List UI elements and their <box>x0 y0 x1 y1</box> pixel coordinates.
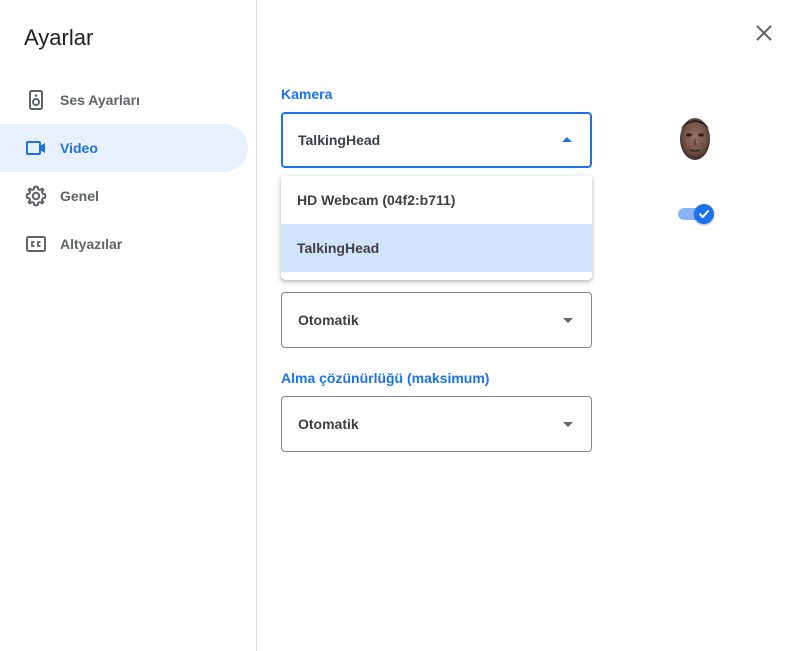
mirror-video-toggle[interactable] <box>678 202 716 226</box>
toggle-thumb <box>694 204 714 224</box>
sidebar-item-captions[interactable]: Altyazılar <box>0 220 248 268</box>
camera-option[interactable]: HD Webcam (04f2:b711) <box>281 176 592 224</box>
camera-option-selected[interactable]: TalkingHead <box>281 224 592 272</box>
settings-nav: Ses Ayarları Video Genel Altyazılar <box>0 76 248 268</box>
camera-select-value: TalkingHead <box>298 132 381 148</box>
closed-captions-icon <box>24 232 48 256</box>
camera-select[interactable]: TalkingHead <box>281 112 592 168</box>
close-button[interactable] <box>748 17 780 49</box>
speaker-icon <box>24 88 48 112</box>
camera-label: Kamera <box>281 86 333 102</box>
chevron-down-icon <box>563 318 573 323</box>
receive-resolution-label: Alma çözünürlüğü (maksimum) <box>281 370 490 386</box>
chevron-down-icon <box>563 422 573 427</box>
send-resolution-select[interactable]: Otomatik <box>281 292 592 348</box>
videocam-icon <box>24 136 48 160</box>
settings-sidebar: Ayarlar Ses Ayarları Video Genel Altyazı… <box>0 0 257 651</box>
dialog-title: Ayarlar <box>24 25 94 50</box>
sidebar-item-label: Genel <box>60 188 99 204</box>
gear-icon <box>24 184 48 208</box>
caret-up-icon <box>562 137 572 142</box>
receive-resolution-value: Otomatik <box>298 416 359 432</box>
close-icon <box>756 25 772 41</box>
sidebar-item-label: Video <box>60 140 98 156</box>
sidebar-item-general[interactable]: Genel <box>0 172 248 220</box>
settings-dialog: Ayarlar Ses Ayarları Video Genel Altyazı… <box>0 0 800 651</box>
sidebar-item-video[interactable]: Video <box>0 124 248 172</box>
check-icon <box>699 210 709 218</box>
face-preview-icon <box>680 118 710 160</box>
receive-resolution-select[interactable]: Otomatik <box>281 396 592 452</box>
sidebar-item-label: Altyazılar <box>60 236 123 252</box>
camera-dropdown-menu: HD Webcam (04f2:b711) TalkingHead <box>281 176 592 280</box>
send-resolution-value: Otomatik <box>298 312 359 328</box>
sidebar-item-label: Ses Ayarları <box>60 92 140 108</box>
sidebar-item-audio[interactable]: Ses Ayarları <box>0 76 248 124</box>
camera-preview <box>675 115 715 163</box>
